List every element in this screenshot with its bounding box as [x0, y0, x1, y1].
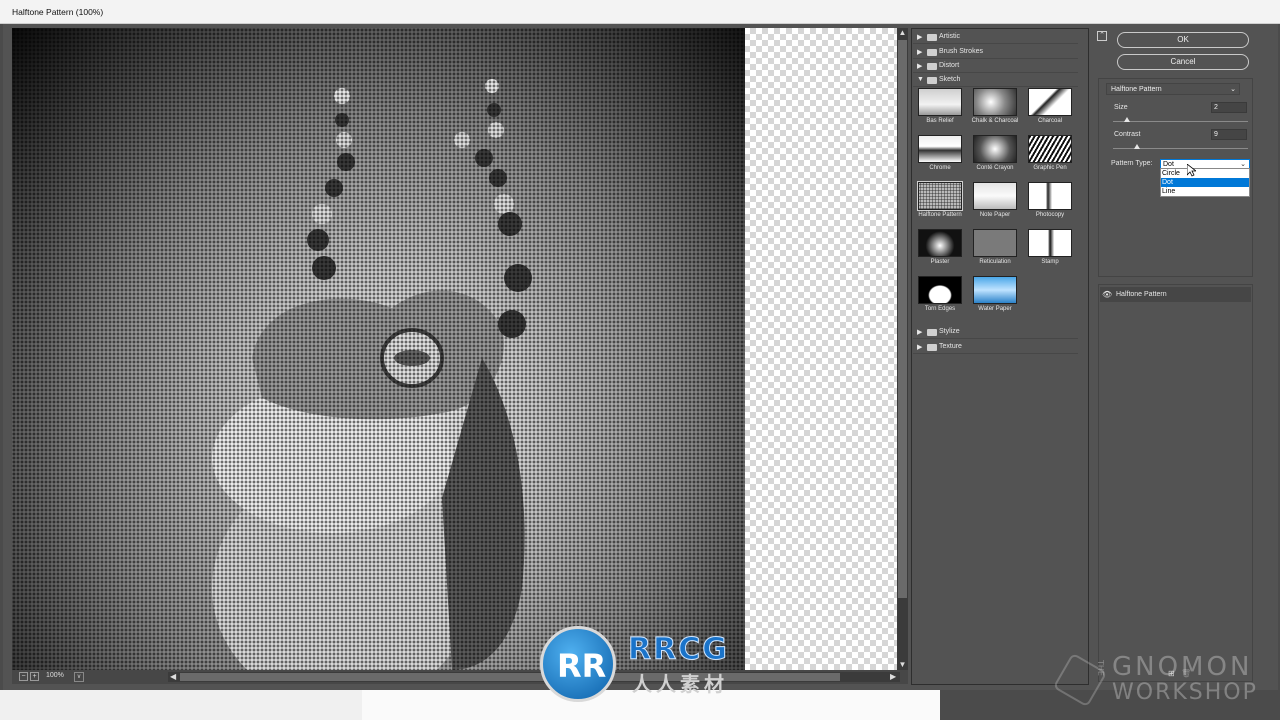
cancel-button[interactable]: Cancel: [1117, 54, 1249, 70]
halftone-preview-image: [12, 28, 745, 670]
hscrollbar-thumb[interactable]: [180, 673, 840, 681]
folder-brush-strokes[interactable]: ▶ Brush Strokes: [913, 45, 1078, 59]
window-title: Halftone Pattern (100%): [12, 7, 104, 17]
folder-sketch[interactable]: ▼ Sketch: [913, 73, 1078, 87]
expand-triangle-icon: ▶: [917, 329, 923, 336]
contrast-input[interactable]: 9: [1211, 129, 1247, 140]
scroll-left-arrow-icon[interactable]: ◀: [170, 672, 176, 682]
rrcg-watermark: RRCG: [628, 632, 729, 668]
visibility-eye-icon[interactable]: 👁: [1102, 290, 1112, 299]
thumb-photocopy[interactable]: Photocopy: [1028, 182, 1074, 228]
gnomon-the-watermark: THE: [1096, 660, 1105, 676]
thumb-charcoal[interactable]: Charcoal: [1028, 88, 1074, 134]
thumb-chrome[interactable]: Chrome: [918, 135, 964, 181]
zoom-dropdown-chevron-icon[interactable]: v: [74, 672, 84, 682]
folder-icon: [927, 34, 937, 41]
pattern-type-dropdown-list: Circle Dot Line: [1160, 168, 1250, 197]
expand-triangle-icon: ▶: [917, 344, 923, 351]
folder-texture[interactable]: ▶ Texture: [913, 340, 1078, 354]
preview-horizontal-scrollbar[interactable]: ◀ ▶: [168, 672, 900, 682]
pattern-option-circle[interactable]: Circle: [1161, 169, 1249, 178]
thumb-note-paper[interactable]: Note Paper: [973, 182, 1019, 228]
folder-distort[interactable]: ▶ Distort: [913, 59, 1078, 73]
title-bar: Halftone Pattern (100%): [0, 0, 1280, 24]
thumb-halftone-pattern[interactable]: Halftone Pattern: [917, 181, 964, 228]
effect-layers-panel: [1098, 284, 1253, 682]
thumb-stamp[interactable]: Stamp: [1028, 229, 1074, 275]
size-slider-handle[interactable]: [1123, 117, 1130, 122]
contrast-slider-track[interactable]: [1113, 148, 1248, 149]
rrcg-cn-watermark: 人人素材: [632, 672, 728, 696]
thumb-conte-crayon[interactable]: Conté Crayon: [973, 135, 1019, 181]
preview-vertical-scrollbar[interactable]: ▲ ▼: [897, 28, 908, 670]
preview-canvas[interactable]: [12, 28, 897, 670]
gnomon-watermark: GNOMON: [1112, 652, 1253, 682]
zoom-in-button[interactable]: +: [30, 672, 39, 681]
expand-triangle-icon: ▶: [917, 63, 923, 70]
folder-icon: [927, 63, 937, 70]
folder-artistic[interactable]: ▶ Artistic: [913, 30, 1078, 44]
collapse-triangle-icon: ▼: [917, 76, 924, 83]
size-label: Size: [1114, 104, 1128, 111]
folder-icon: [927, 329, 937, 336]
zoom-out-button[interactable]: −: [19, 672, 28, 681]
pattern-type-label: Pattern Type:: [1111, 160, 1153, 167]
thumb-bas-relief[interactable]: Bas Relief: [918, 88, 964, 134]
workshop-watermark: WORKSHOP: [1112, 680, 1258, 705]
scroll-right-arrow-icon[interactable]: ▶: [890, 672, 896, 682]
chevron-down-icon: ⌄: [1230, 86, 1236, 93]
thumb-torn-edges[interactable]: Torn Edges: [918, 276, 964, 322]
pattern-option-dot[interactable]: Dot: [1161, 178, 1249, 187]
thumb-plaster[interactable]: Plaster: [918, 229, 964, 275]
scroll-down-arrow-icon[interactable]: ▼: [898, 660, 907, 670]
expand-triangle-icon: ▶: [917, 49, 923, 56]
mouse-cursor-icon: [1187, 164, 1196, 177]
folder-stylize[interactable]: ▶ Stylize: [913, 325, 1078, 339]
thumb-graphic-pen[interactable]: Graphic Pen: [1028, 135, 1074, 181]
collapse-gallery-icon[interactable]: ⌃: [1097, 31, 1107, 41]
thumb-chalk-charcoal[interactable]: Chalk & Charcoal: [972, 88, 1019, 134]
zoom-level: 100%: [46, 672, 64, 679]
thumb-reticulation[interactable]: Reticulation: [973, 229, 1019, 275]
folder-icon: [927, 77, 937, 84]
contrast-label: Contrast: [1114, 131, 1141, 138]
scroll-up-arrow-icon[interactable]: ▲: [898, 28, 907, 38]
expand-triangle-icon: ▶: [917, 34, 923, 41]
filter-select[interactable]: Halftone Pattern ⌄: [1106, 83, 1240, 95]
contrast-slider-handle[interactable]: [1134, 144, 1141, 149]
rrcg-logo-icon: RR: [540, 626, 616, 702]
size-input[interactable]: 2: [1211, 102, 1247, 113]
thumb-water-paper[interactable]: Water Paper: [973, 276, 1019, 322]
pattern-option-line[interactable]: Line: [1161, 187, 1249, 196]
size-slider-track[interactable]: [1113, 121, 1248, 122]
ok-button[interactable]: OK: [1117, 32, 1249, 48]
folder-icon: [927, 344, 937, 351]
folder-icon: [927, 49, 937, 56]
effect-layer-label: Halftone Pattern: [1116, 291, 1167, 298]
scrollbar-thumb[interactable]: [898, 40, 907, 598]
